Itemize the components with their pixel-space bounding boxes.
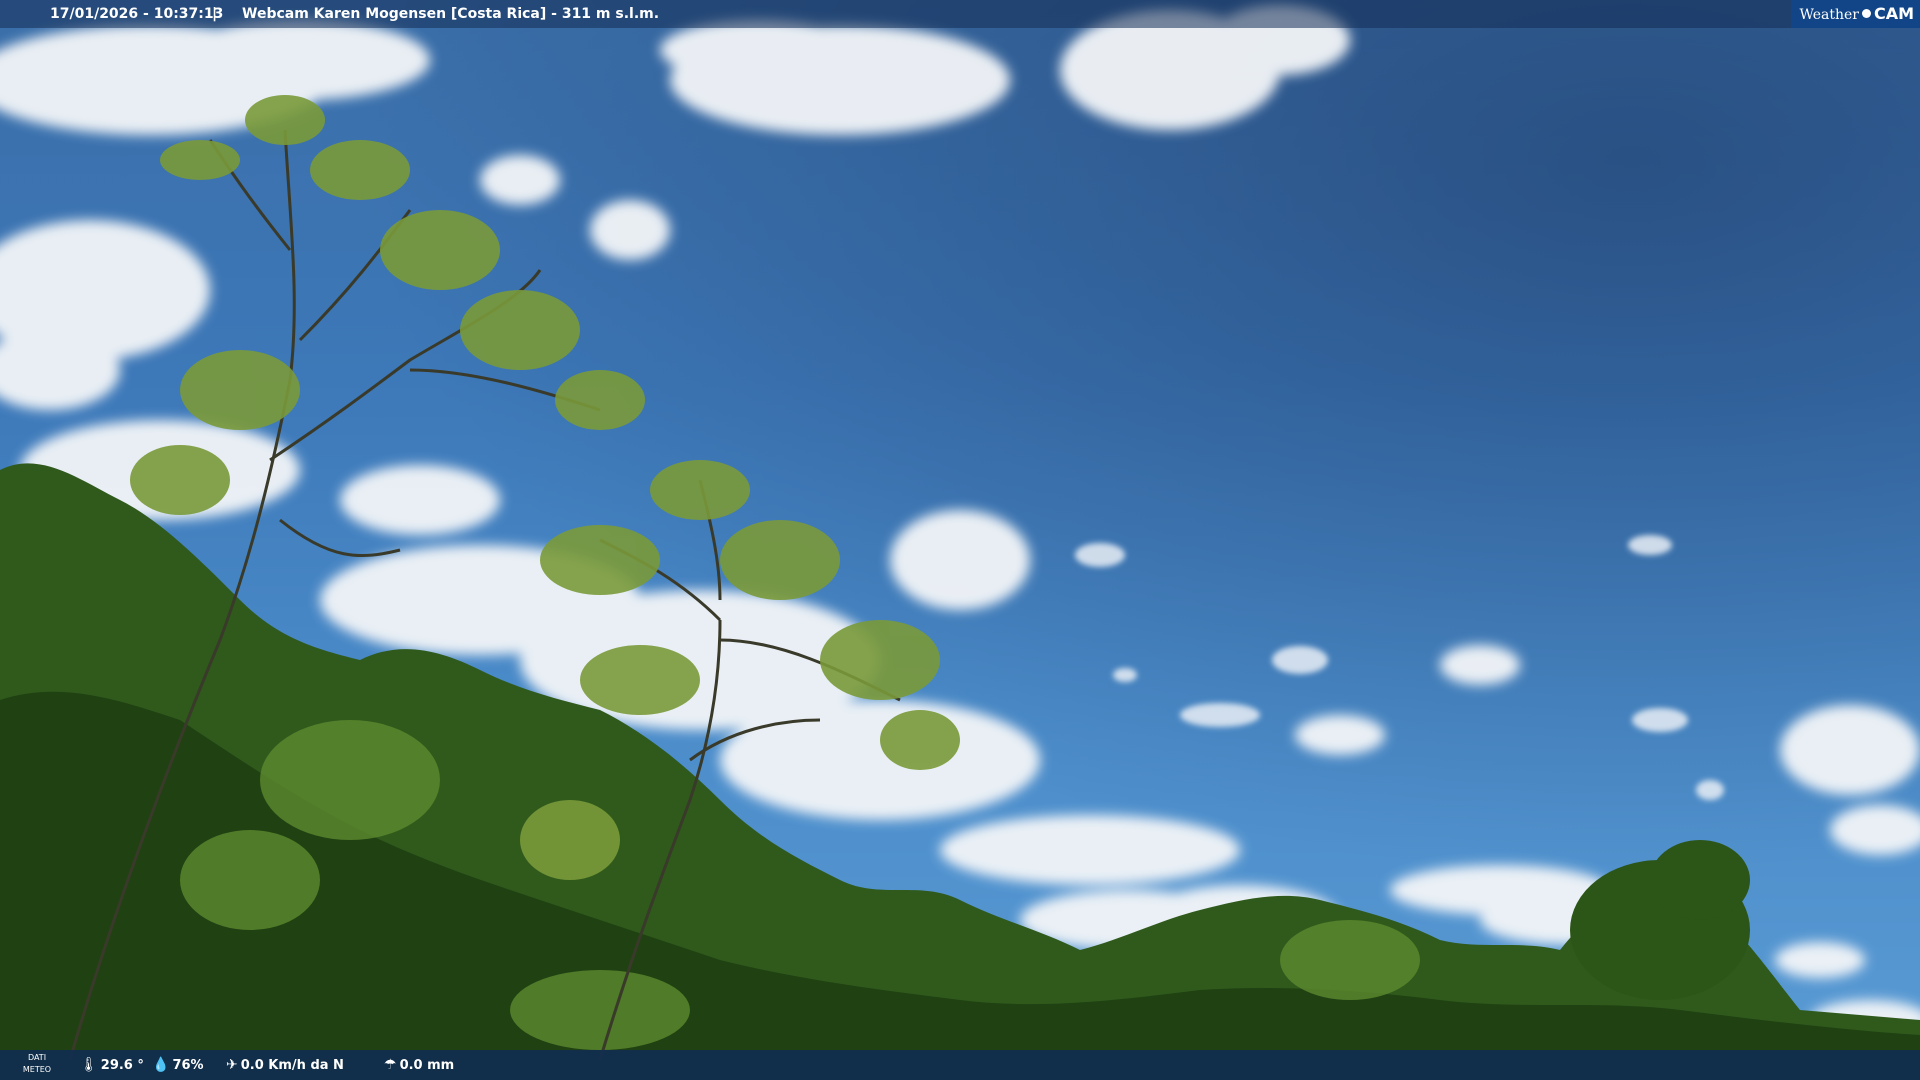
weather-data-bar: DATI METEO 🌡 29.6 ° 💧 76% ✈ 0.0 Km/h da N ☂… (0, 1050, 1920, 1080)
webcam-title: Webcam Karen Mogensen [Costa Rica] - 311… (242, 6, 660, 22)
humidity-value: 76% (172, 1058, 204, 1073)
wind-readout: ✈ 0.0 Km/h da N (226, 1050, 344, 1080)
tall-tree-left-leaves (130, 95, 645, 515)
dati-meteo-label[interactable]: DATI METEO (20, 1052, 54, 1076)
wind-vane-icon: ✈ (226, 1057, 238, 1073)
rain-gauge-icon: ☂ (384, 1057, 397, 1073)
header-separator: | (212, 6, 218, 22)
logo-dot-icon (1861, 9, 1871, 18)
humidity-drop-icon: 💧 (152, 1057, 170, 1073)
webcam-scene (0, 5, 1920, 1080)
logo-cam-text: CAM (1873, 4, 1914, 23)
dati-label: DATI (27, 1053, 47, 1062)
thermometer-icon: 🌡 (80, 1057, 98, 1073)
logo-weather-text: Weather (1799, 7, 1859, 23)
temperature-value: 29.6 ° (100, 1058, 144, 1073)
rain-value: 0.0 mm (399, 1058, 455, 1073)
header-bar: 17/01/2026 - 10:37:13 | Webcam Karen Mog… (0, 0, 1920, 28)
humidity-readout: 💧 76% (152, 1050, 204, 1080)
wind-value: 0.0 Km/h da N (240, 1058, 344, 1073)
rain-readout: ☂ 0.0 mm (384, 1050, 454, 1080)
small-clouds (1075, 535, 1724, 800)
meteo-label: METEO (22, 1065, 52, 1074)
temperature-readout: 🌡 29.6 ° (80, 1050, 144, 1080)
weathercam-logo[interactable]: Weather CAM (1791, 0, 1920, 28)
timestamp: 17/01/2026 - 10:37:13 (50, 6, 224, 22)
right-tree (1570, 840, 1750, 1000)
webcam-frame: 17/01/2026 - 10:37:13 | Webcam Karen Mog… (0, 0, 1920, 1080)
